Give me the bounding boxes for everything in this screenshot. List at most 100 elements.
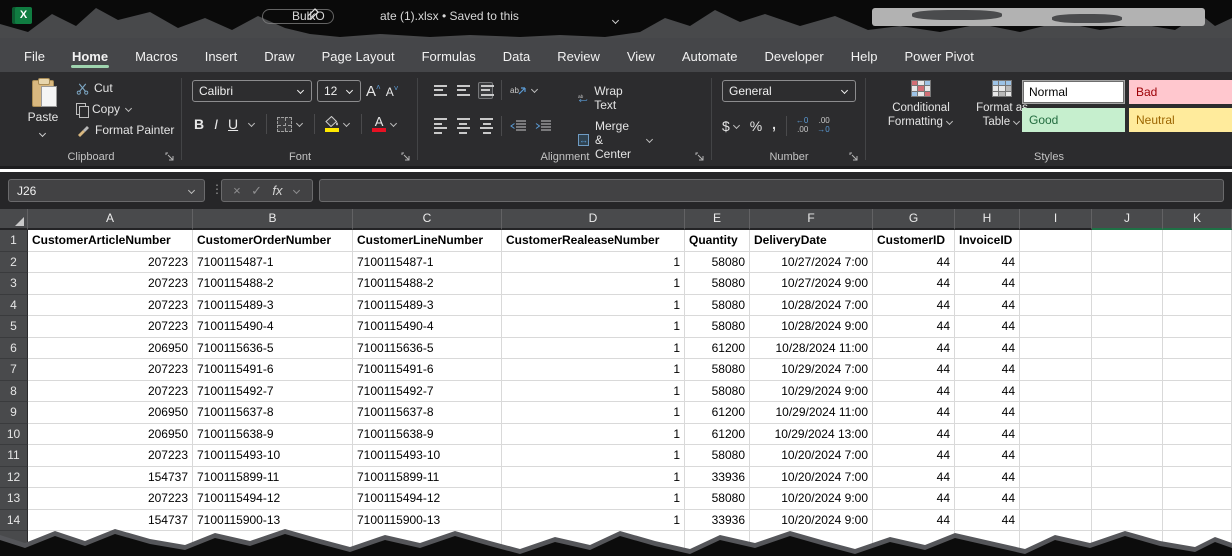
cell-C8[interactable]: 7100115492-7	[353, 381, 502, 403]
menu-tab-page-layout[interactable]: Page Layout	[312, 41, 405, 70]
cell-K4[interactable]	[1163, 295, 1232, 317]
cell-B12[interactable]: 7100115899-11	[193, 467, 353, 489]
row-header-7[interactable]: 7	[0, 359, 28, 381]
cell-D11[interactable]: 1	[502, 445, 685, 467]
row-header-8[interactable]: 8	[0, 381, 28, 403]
cell-I3[interactable]	[1020, 273, 1092, 295]
cell-J1[interactable]	[1092, 230, 1163, 252]
percent-style-button[interactable]: %	[750, 118, 762, 134]
cell-K11[interactable]	[1163, 445, 1232, 467]
menu-tab-review[interactable]: Review	[547, 41, 610, 70]
column-header-K[interactable]: K	[1163, 209, 1232, 230]
cell-I9[interactable]	[1020, 402, 1092, 424]
cell-G11[interactable]: 44	[873, 445, 955, 467]
cell-F4[interactable]: 10/28/2024 7:00	[750, 295, 873, 317]
cell-E[interactable]	[685, 531, 750, 553]
cell-G12[interactable]: 44	[873, 467, 955, 489]
format-painter-button[interactable]: Format Painter	[76, 123, 174, 137]
cell-C7[interactable]: 7100115491-6	[353, 359, 502, 381]
column-header-G[interactable]: G	[873, 209, 955, 230]
cell-style-good[interactable]: Good	[1022, 108, 1125, 132]
cell-J13[interactable]	[1092, 488, 1163, 510]
menu-tab-draw[interactable]: Draw	[254, 41, 304, 70]
cell-B3[interactable]: 7100115488-2	[193, 273, 353, 295]
cell-E12[interactable]: 33936	[685, 467, 750, 489]
decrease-decimal-button[interactable]: .00→0	[817, 117, 829, 135]
cell-C10[interactable]: 7100115638-9	[353, 424, 502, 446]
cell-G4[interactable]: 44	[873, 295, 955, 317]
cell-D3[interactable]: 1	[502, 273, 685, 295]
font-family-combo[interactable]: Calibri	[192, 80, 312, 102]
column-header-A[interactable]: A	[28, 209, 193, 230]
cell-style-normal[interactable]: Normal	[1022, 80, 1125, 104]
cell-K6[interactable]	[1163, 338, 1232, 360]
cell-J6[interactable]	[1092, 338, 1163, 360]
menu-tab-formulas[interactable]: Formulas	[412, 41, 486, 70]
cell-F1[interactable]: DeliveryDate	[750, 230, 873, 252]
cell-K8[interactable]	[1163, 381, 1232, 403]
cell-H10[interactable]: 44	[955, 424, 1020, 446]
italic-button[interactable]: I	[214, 116, 218, 132]
cell-G14[interactable]: 44	[873, 510, 955, 532]
cell-A14[interactable]: 154737	[28, 510, 193, 532]
copy-button[interactable]: Copy	[76, 102, 174, 116]
cell-D12[interactable]: 1	[502, 467, 685, 489]
cell-A4[interactable]: 207223	[28, 295, 193, 317]
cell-H12[interactable]: 44	[955, 467, 1020, 489]
column-header-J[interactable]: J	[1092, 209, 1163, 230]
accounting-format-button[interactable]: $	[722, 118, 741, 134]
cell-style-neutral[interactable]: Neutral	[1129, 108, 1232, 132]
cell-I7[interactable]	[1020, 359, 1092, 381]
cell-C3[interactable]: 7100115488-2	[353, 273, 502, 295]
cell-G5[interactable]: 44	[873, 316, 955, 338]
menu-tab-insert[interactable]: Insert	[195, 41, 248, 70]
cell-J4[interactable]	[1092, 295, 1163, 317]
cell-A6[interactable]: 206950	[28, 338, 193, 360]
cell-C9[interactable]: 7100115637-8	[353, 402, 502, 424]
menu-tab-help[interactable]: Help	[841, 41, 888, 70]
fill-color-button[interactable]	[325, 116, 351, 132]
cell-F3[interactable]: 10/27/2024 9:00	[750, 273, 873, 295]
cell-C14[interactable]: 7100115900-13	[353, 510, 502, 532]
row-header-12[interactable]: 12	[0, 467, 28, 489]
column-header-B[interactable]: B	[193, 209, 353, 230]
row-header-partial[interactable]	[0, 531, 28, 553]
cell-C13[interactable]: 7100115494-12	[353, 488, 502, 510]
cell-E11[interactable]: 58080	[685, 445, 750, 467]
cell-G1[interactable]: CustomerID	[873, 230, 955, 252]
cell-I13[interactable]	[1020, 488, 1092, 510]
cell-A13[interactable]: 207223	[28, 488, 193, 510]
select-all-corner[interactable]	[0, 209, 28, 230]
cell-F6[interactable]: 10/28/2024 11:00	[750, 338, 873, 360]
cell-F5[interactable]: 10/28/2024 9:00	[750, 316, 873, 338]
cell-F2[interactable]: 10/27/2024 7:00	[750, 252, 873, 274]
cell-A11[interactable]: 207223	[28, 445, 193, 467]
column-header-F[interactable]: F	[750, 209, 873, 230]
copy-dropdown-icon[interactable]	[125, 106, 133, 112]
cell-F10[interactable]: 10/29/2024 13:00	[750, 424, 873, 446]
menu-tab-home[interactable]: Home	[62, 41, 118, 70]
cell-H1[interactable]: InvoiceID	[955, 230, 1020, 252]
cell-H7[interactable]: 44	[955, 359, 1020, 381]
cell-H13[interactable]: 44	[955, 488, 1020, 510]
cell-J10[interactable]	[1092, 424, 1163, 446]
cell-K7[interactable]	[1163, 359, 1232, 381]
cell-E3[interactable]: 58080	[685, 273, 750, 295]
decrease-indent-button[interactable]	[510, 120, 527, 132]
font-color-button[interactable]: A	[372, 116, 398, 132]
cell-A2[interactable]: 207223	[28, 252, 193, 274]
cell-K5[interactable]	[1163, 316, 1232, 338]
row-header-1[interactable]: 1	[0, 230, 28, 252]
cell-F9[interactable]: 10/29/2024 11:00	[750, 402, 873, 424]
font-size-combo[interactable]: 12	[317, 80, 361, 102]
top-align-button[interactable]	[432, 83, 447, 98]
align-right-button[interactable]	[478, 116, 493, 136]
cell-J5[interactable]	[1092, 316, 1163, 338]
cell-F[interactable]	[750, 531, 873, 553]
cell-C11[interactable]: 7100115493-10	[353, 445, 502, 467]
cell-I4[interactable]	[1020, 295, 1092, 317]
cell-D10[interactable]: 1	[502, 424, 685, 446]
cell-E14[interactable]: 33936	[685, 510, 750, 532]
cell-C1[interactable]: CustomerLineNumber	[353, 230, 502, 252]
number-format-combo[interactable]: General	[722, 80, 856, 102]
